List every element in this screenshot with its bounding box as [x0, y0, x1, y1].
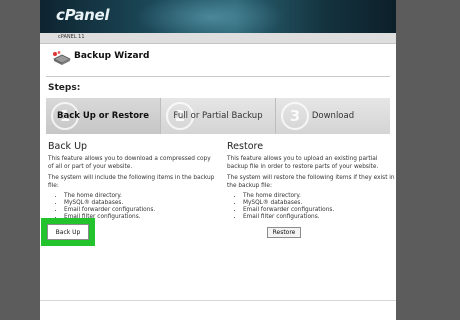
divider: [46, 76, 390, 77]
step-download[interactable]: 3 Download: [276, 98, 390, 134]
backup-description: This feature allows you to download a co…: [48, 156, 211, 170]
restore-section: Restore This feature allows you to uploa…: [227, 141, 397, 221]
list-item: The home directory.: [243, 193, 397, 200]
list-item: Email forwarder configurations.: [243, 207, 397, 214]
steps-label: Steps:: [48, 83, 81, 93]
banner-glow: [135, 0, 285, 33]
page-title: Backup Wizard: [74, 51, 150, 61]
step-label: Back Up or Restore: [56, 111, 150, 121]
step-number: 3: [281, 102, 309, 130]
backup-items-list: The home directory. MySQL® databases. Em…: [48, 193, 218, 221]
backup-wizard-icon: [53, 51, 71, 65]
user-bar: cPANEL 11: [40, 33, 396, 44]
cpanel-header-banner: cPanel: [40, 0, 396, 33]
backup-section: Back Up This feature allows you to downl…: [48, 141, 218, 221]
cpanel-page: cPanel cPANEL 11 Backup Wizard Steps: 1 …: [40, 0, 396, 320]
list-item: Email filter configurations.: [243, 214, 397, 221]
steps-bar: 1 Back Up or Restore 2 Full or Partial B…: [46, 98, 390, 134]
step-label: Full or Partial Backup: [173, 111, 263, 121]
backup-intro: The system will include the following it…: [48, 175, 215, 189]
list-item: Email forwarder configurations.: [64, 207, 218, 214]
list-item: MySQL® databases.: [64, 200, 218, 207]
step-back-up-or-restore[interactable]: 1 Back Up or Restore: [46, 98, 161, 134]
footer-divider: [40, 300, 396, 301]
back-up-button[interactable]: Back Up: [47, 224, 89, 240]
restore-heading: Restore: [227, 141, 264, 152]
user-label: cPANEL 11: [58, 34, 85, 40]
list-item: The home directory.: [64, 193, 218, 200]
step-label: Download: [311, 111, 355, 121]
cpanel-logo[interactable]: cPanel: [56, 6, 110, 24]
list-item: MySQL® databases.: [243, 200, 397, 207]
step-full-or-partial-backup[interactable]: 2 Full or Partial Backup: [161, 98, 276, 134]
restore-items-list: The home directory. MySQL® databases. Em…: [227, 193, 397, 221]
restore-description: This feature allows you to upload an exi…: [227, 156, 379, 170]
restore-intro: The system will restore the following it…: [227, 175, 395, 189]
backup-heading: Back Up: [48, 141, 88, 152]
restore-button[interactable]: Restore: [267, 227, 301, 238]
